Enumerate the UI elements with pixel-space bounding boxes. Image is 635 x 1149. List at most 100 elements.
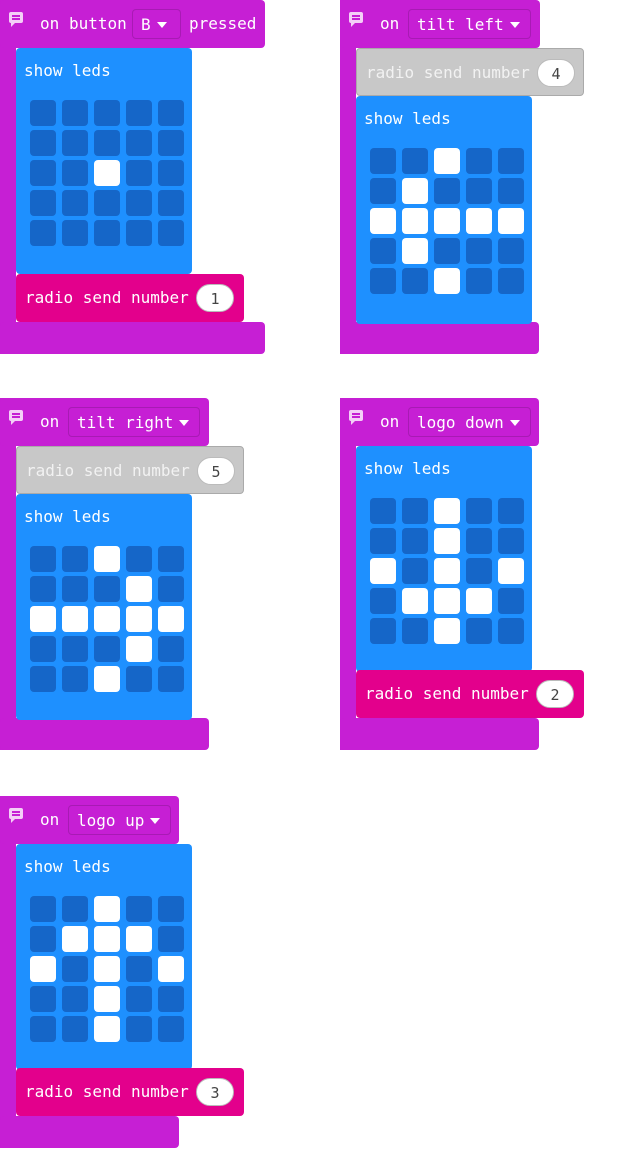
led-r3-c4[interactable] — [498, 588, 524, 614]
led-r2-c2[interactable] — [94, 606, 120, 632]
comment-icon[interactable] — [9, 410, 23, 425]
led-r0-c0[interactable] — [30, 546, 56, 572]
led-r3-c0[interactable] — [370, 588, 396, 614]
show-leds-block[interactable]: show leds — [16, 48, 192, 274]
led-r3-c2[interactable] — [94, 190, 120, 216]
led-r1-c0[interactable] — [30, 926, 56, 952]
led-r3-c4[interactable] — [158, 190, 184, 216]
number-input[interactable]: 1 — [196, 284, 234, 312]
number-input[interactable]: 5 — [197, 457, 235, 485]
led-r0-c4[interactable] — [158, 546, 184, 572]
led-r3-c1[interactable] — [402, 238, 428, 264]
led-r3-c4[interactable] — [498, 238, 524, 264]
event-block-header[interactable]: on logo up — [0, 796, 179, 844]
led-r1-c1[interactable] — [62, 926, 88, 952]
led-r2-c3[interactable] — [466, 208, 492, 234]
led-r0-c2[interactable] — [94, 896, 120, 922]
comment-icon[interactable] — [9, 808, 23, 823]
led-r3-c1[interactable] — [62, 636, 88, 662]
led-r3-c1[interactable] — [62, 190, 88, 216]
led-r3-c3[interactable] — [466, 588, 492, 614]
show-leds-block[interactable]: show leds — [356, 96, 532, 324]
event-block-tilt-left[interactable]: on tilt left radio send number 4 show le… — [340, 0, 584, 354]
led-r1-c0[interactable] — [30, 130, 56, 156]
led-r0-c3[interactable] — [466, 148, 492, 174]
led-r2-c2[interactable] — [94, 956, 120, 982]
led-r1-c4[interactable] — [158, 576, 184, 602]
led-r4-c2[interactable] — [434, 268, 460, 294]
led-r3-c0[interactable] — [30, 986, 56, 1012]
radio-send-number-block-disabled[interactable]: radio send number 4 — [356, 48, 584, 96]
gesture-dropdown[interactable]: tilt left — [408, 9, 531, 39]
led-r4-c4[interactable] — [158, 1016, 184, 1042]
led-r4-c2[interactable] — [94, 1016, 120, 1042]
led-r2-c1[interactable] — [62, 606, 88, 632]
event-block-logo-down[interactable]: on logo down show leds radio send number… — [340, 398, 584, 750]
led-r4-c1[interactable] — [402, 618, 428, 644]
led-r4-c1[interactable] — [402, 268, 428, 294]
led-r1-c4[interactable] — [498, 528, 524, 554]
led-r2-c4[interactable] — [498, 208, 524, 234]
led-r0-c2[interactable] — [94, 546, 120, 572]
led-r1-c0[interactable] — [370, 178, 396, 204]
led-r0-c1[interactable] — [402, 148, 428, 174]
led-r3-c3[interactable] — [126, 986, 152, 1012]
led-r2-c3[interactable] — [466, 558, 492, 584]
led-r2-c0[interactable] — [370, 558, 396, 584]
led-r3-c2[interactable] — [94, 986, 120, 1012]
led-r4-c4[interactable] — [498, 618, 524, 644]
radio-send-number-block[interactable]: radio send number 3 — [16, 1068, 244, 1116]
led-r0-c4[interactable] — [498, 498, 524, 524]
led-r0-c0[interactable] — [30, 100, 56, 126]
led-r2-c0[interactable] — [30, 606, 56, 632]
led-r2-c2[interactable] — [434, 558, 460, 584]
led-r3-c4[interactable] — [158, 636, 184, 662]
show-leds-block[interactable]: show leds — [356, 446, 532, 672]
led-r2-c4[interactable] — [498, 558, 524, 584]
led-r1-c1[interactable] — [62, 576, 88, 602]
led-r4-c1[interactable] — [62, 1016, 88, 1042]
led-r0-c0[interactable] — [370, 148, 396, 174]
comment-icon[interactable] — [9, 12, 23, 27]
led-r4-c3[interactable] — [126, 1016, 152, 1042]
radio-send-number-block[interactable]: radio send number 1 — [16, 274, 244, 322]
led-r0-c2[interactable] — [434, 498, 460, 524]
event-block-header[interactable]: on tilt left — [340, 0, 540, 48]
led-r4-c2[interactable] — [94, 666, 120, 692]
led-r4-c3[interactable] — [466, 268, 492, 294]
gesture-dropdown[interactable]: tilt right — [68, 407, 200, 437]
led-r3-c1[interactable] — [62, 986, 88, 1012]
gesture-dropdown[interactable]: logo up — [68, 805, 171, 835]
led-r3-c3[interactable] — [466, 238, 492, 264]
led-r3-c2[interactable] — [94, 636, 120, 662]
led-r4-c4[interactable] — [158, 666, 184, 692]
led-r1-c3[interactable] — [126, 926, 152, 952]
led-r2-c0[interactable] — [30, 956, 56, 982]
led-r0-c1[interactable] — [62, 100, 88, 126]
led-r4-c3[interactable] — [126, 220, 152, 246]
led-r4-c4[interactable] — [498, 268, 524, 294]
led-r2-c3[interactable] — [126, 606, 152, 632]
led-r1-c2[interactable] — [434, 528, 460, 554]
event-block-header[interactable]: on logo down — [340, 398, 539, 446]
led-r0-c0[interactable] — [370, 498, 396, 524]
led-r4-c3[interactable] — [466, 618, 492, 644]
led-r1-c3[interactable] — [466, 528, 492, 554]
led-r3-c0[interactable] — [30, 636, 56, 662]
led-r2-c1[interactable] — [402, 558, 428, 584]
led-r4-c1[interactable] — [62, 220, 88, 246]
led-r3-c3[interactable] — [126, 190, 152, 216]
led-r0-c1[interactable] — [402, 498, 428, 524]
led-r1-c3[interactable] — [466, 178, 492, 204]
led-r2-c1[interactable] — [62, 160, 88, 186]
led-r0-c4[interactable] — [158, 896, 184, 922]
number-input[interactable]: 4 — [537, 59, 575, 87]
led-r4-c2[interactable] — [434, 618, 460, 644]
gesture-dropdown[interactable]: logo down — [408, 407, 531, 437]
event-block-tilt-right[interactable]: on tilt right radio send number 5 show l… — [0, 398, 244, 750]
led-r3-c0[interactable] — [370, 238, 396, 264]
led-r3-c3[interactable] — [126, 636, 152, 662]
led-r1-c2[interactable] — [94, 130, 120, 156]
led-r3-c4[interactable] — [158, 986, 184, 1012]
led-r1-c1[interactable] — [62, 130, 88, 156]
